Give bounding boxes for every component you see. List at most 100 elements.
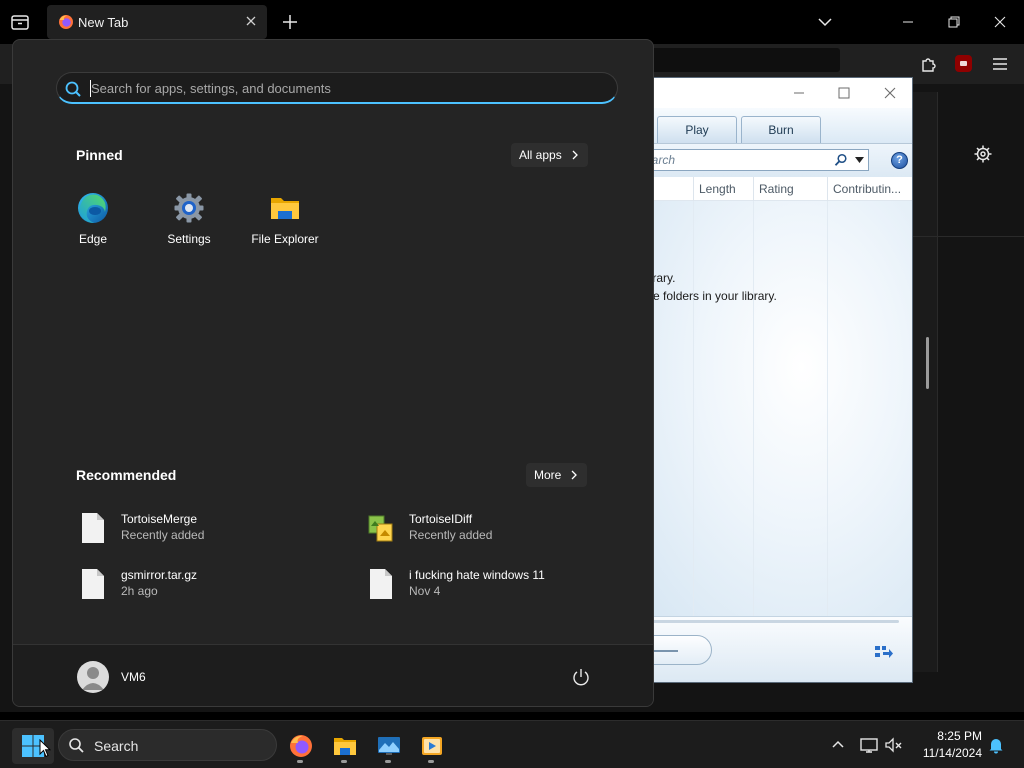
notification-bell-icon[interactable] bbox=[987, 736, 1005, 754]
divider bbox=[912, 236, 1024, 237]
pinned-app-settings[interactable]: Settings bbox=[146, 192, 232, 252]
minimize-icon[interactable] bbox=[898, 12, 918, 32]
running-indicator bbox=[341, 760, 347, 763]
search-placeholder: Search for apps, settings, and documents bbox=[91, 81, 331, 96]
taskbar-app-remote-desktop[interactable] bbox=[372, 729, 406, 763]
seek-bar[interactable] bbox=[637, 620, 899, 623]
media-player-window: Play Burn Search ? Length Rating Contrib… bbox=[636, 77, 913, 683]
column-guide bbox=[753, 201, 754, 616]
running-indicator bbox=[385, 760, 391, 763]
column-header-contributing[interactable]: Contributin... bbox=[833, 182, 901, 196]
tab-list-icon[interactable] bbox=[9, 11, 31, 33]
library-list-area: c library. clude folders in your library… bbox=[637, 201, 912, 616]
scrollbar-thumb[interactable] bbox=[926, 337, 929, 389]
switch-to-now-playing-icon[interactable] bbox=[874, 644, 894, 660]
clock-date[interactable]: 11/14/2024 bbox=[910, 746, 982, 760]
media-player-tabs: Play Burn bbox=[637, 108, 912, 144]
recommended-item[interactable]: gsmirror.tar.gz 2h ago bbox=[80, 565, 330, 603]
all-apps-button[interactable]: All apps bbox=[511, 143, 588, 167]
user-name[interactable]: VM6 bbox=[121, 670, 146, 684]
chevron-up-icon[interactable] bbox=[828, 735, 848, 755]
taskbar-search[interactable]: Search bbox=[58, 729, 277, 761]
taskbar-search-label: Search bbox=[94, 738, 139, 754]
more-label: More bbox=[534, 468, 562, 482]
help-icon[interactable]: ? bbox=[891, 152, 908, 169]
firefox-favicon-icon bbox=[59, 15, 73, 29]
avatar[interactable] bbox=[77, 661, 109, 693]
close-icon[interactable] bbox=[243, 13, 259, 29]
media-player-icon bbox=[422, 737, 442, 755]
document-icon bbox=[370, 569, 392, 599]
pinned-app-label: File Explorer bbox=[251, 232, 319, 246]
taskbar-app-media-player[interactable] bbox=[415, 729, 449, 763]
dropdown-arrow-icon[interactable] bbox=[855, 157, 864, 164]
search-icon[interactable] bbox=[834, 153, 848, 167]
tab-play[interactable]: Play bbox=[657, 116, 737, 143]
tab-title: New Tab bbox=[78, 15, 129, 30]
chevron-right-icon bbox=[571, 470, 578, 480]
recommended-item-detail: Recently added bbox=[121, 528, 205, 542]
maximize-icon[interactable] bbox=[836, 85, 852, 101]
ublock-icon[interactable] bbox=[955, 55, 972, 72]
pinned-heading: Pinned bbox=[76, 147, 123, 163]
recommended-item[interactable]: TortoiseMerge Recently added bbox=[80, 509, 330, 547]
taskbar-app-firefox[interactable] bbox=[284, 729, 318, 763]
plus-icon[interactable] bbox=[281, 13, 299, 31]
content-side-panel bbox=[912, 92, 938, 672]
start-menu-footer: VM6 bbox=[13, 644, 653, 706]
all-apps-label: All apps bbox=[519, 148, 562, 162]
search-icon bbox=[69, 738, 84, 753]
hamburger-menu-icon[interactable] bbox=[990, 55, 1010, 73]
recommended-item[interactable]: TortoiseIDiff Recently added bbox=[368, 509, 618, 547]
user-icon bbox=[82, 667, 104, 690]
column-header-rating[interactable]: Rating bbox=[759, 182, 794, 196]
firefox-icon bbox=[290, 735, 312, 757]
library-empty-message-line-2: clude folders in your library. bbox=[636, 289, 777, 303]
taskbar-app-file-explorer[interactable] bbox=[328, 729, 362, 763]
taskbar: Search 8:25 PM 11/14/2024 bbox=[0, 720, 1024, 768]
network-icon[interactable] bbox=[859, 735, 879, 755]
pinned-app-label: Edge bbox=[78, 232, 108, 246]
restore-icon[interactable] bbox=[944, 12, 964, 32]
minimize-icon[interactable] bbox=[791, 85, 807, 101]
chevron-right-icon bbox=[572, 150, 578, 160]
mouse-cursor-icon bbox=[39, 739, 51, 758]
pinned-app-edge[interactable]: Edge bbox=[50, 192, 136, 252]
settings-gear-icon bbox=[174, 193, 204, 223]
chevron-down-icon[interactable] bbox=[816, 13, 834, 31]
recommended-heading: Recommended bbox=[76, 467, 177, 483]
column-separator bbox=[753, 177, 754, 201]
column-separator bbox=[827, 177, 828, 201]
browser-tab-new-tab[interactable]: New Tab bbox=[47, 5, 267, 39]
close-icon[interactable] bbox=[990, 12, 1010, 32]
recommended-item[interactable]: i fucking hate windows 11 Nov 4 bbox=[368, 565, 618, 603]
browser-tab-strip: New Tab bbox=[0, 0, 1024, 44]
power-icon[interactable] bbox=[571, 667, 591, 687]
recommended-item-detail: Recently added bbox=[409, 528, 493, 542]
playback-controls bbox=[637, 616, 912, 682]
recommended-item-name: TortoiseIDiff bbox=[409, 512, 473, 526]
column-guide bbox=[827, 201, 828, 616]
more-button[interactable]: More bbox=[526, 463, 588, 487]
close-icon[interactable] bbox=[882, 85, 898, 101]
recommended-item-detail: 2h ago bbox=[121, 584, 158, 598]
tab-burn[interactable]: Burn bbox=[741, 116, 821, 143]
edge-icon bbox=[78, 193, 108, 223]
recommended-item-detail: Nov 4 bbox=[409, 584, 441, 598]
column-header-length[interactable]: Length bbox=[699, 182, 736, 196]
pinned-app-file-explorer[interactable]: File Explorer bbox=[242, 192, 328, 252]
start-search-input[interactable]: Search for apps, settings, and documents bbox=[56, 72, 618, 104]
address-bar[interactable] bbox=[650, 48, 840, 72]
volume-muted-icon[interactable] bbox=[884, 735, 904, 755]
clock-time[interactable]: 8:25 PM bbox=[920, 729, 982, 743]
start-menu: Search for apps, settings, and documents… bbox=[12, 39, 654, 707]
recommended-item-name: gsmirror.tar.gz bbox=[121, 568, 198, 582]
folder-icon bbox=[271, 198, 299, 219]
document-icon bbox=[82, 569, 104, 599]
document-icon bbox=[82, 513, 104, 543]
extensions-icon[interactable] bbox=[919, 54, 939, 74]
pinned-app-label: Settings bbox=[167, 232, 211, 246]
search-input[interactable]: Search bbox=[637, 149, 869, 171]
gear-icon[interactable] bbox=[973, 144, 993, 164]
recommended-item-name: i fucking hate windows 11 bbox=[409, 568, 545, 582]
